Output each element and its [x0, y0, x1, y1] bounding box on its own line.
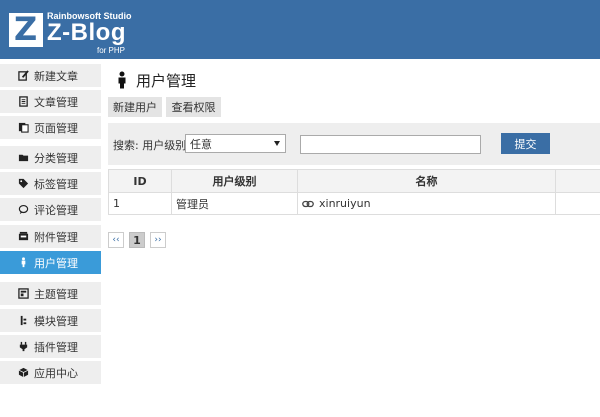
- sidebar-item-label: 插件管理: [34, 340, 78, 354]
- sidebar-item-new-article[interactable]: 新建文章: [0, 64, 101, 87]
- new-user-button[interactable]: 新建用户: [108, 97, 162, 117]
- cell-name: xinruiyun: [297, 193, 555, 214]
- zblog-logo[interactable]: Rainbowsoft Studio Z-Blog for PHP: [9, 9, 135, 57]
- search-label: 搜索: 用户级别: [113, 139, 187, 152]
- sidebar-item-label: 标签管理: [34, 177, 78, 191]
- plugin-icon: [17, 341, 29, 353]
- cell-level: 管理员: [171, 193, 297, 214]
- table-row: 1 管理员 xinruiyun: [108, 193, 600, 215]
- sidebar-item-theme-manage[interactable]: 主题管理: [0, 282, 101, 305]
- article-icon: [17, 96, 29, 108]
- page-icon: [17, 122, 29, 134]
- column-header-actions: [555, 170, 600, 192]
- attachment-icon: [17, 231, 29, 243]
- sidebar-item-page-manage[interactable]: 页面管理: [0, 116, 101, 139]
- submit-button[interactable]: 提交: [501, 133, 550, 154]
- next-page-button[interactable]: ››: [150, 232, 166, 248]
- view-permissions-button[interactable]: 查看权限: [166, 97, 221, 117]
- header-bar: Rainbowsoft Studio Z-Blog for PHP: [0, 0, 600, 59]
- user-level-select[interactable]: 任意: [185, 134, 286, 153]
- user-icon: [17, 257, 29, 269]
- sidebar-item-label: 新建文章: [34, 69, 78, 83]
- sidebar-item-label: 文章管理: [34, 95, 78, 109]
- sidebar-item-user-manage[interactable]: 用户管理: [0, 251, 101, 274]
- cell-id: 1: [108, 193, 171, 214]
- comment-icon: [17, 204, 29, 216]
- sidebar-item-app-center[interactable]: 应用中心: [0, 361, 101, 384]
- sidebar-item-label: 附件管理: [34, 230, 78, 244]
- sidebar-item-label: 模块管理: [34, 314, 78, 328]
- sidebar-item-article-manage[interactable]: 文章管理: [0, 90, 101, 113]
- sidebar-item-label: 页面管理: [34, 121, 78, 135]
- search-input[interactable]: [300, 135, 481, 154]
- module-icon: [17, 315, 29, 327]
- sidebar-item-label: 用户管理: [34, 256, 78, 270]
- current-page[interactable]: 1: [129, 232, 145, 248]
- sidebar-item-label: 评论管理: [34, 203, 78, 217]
- user-icon: [118, 71, 126, 89]
- cell-actions: [555, 193, 600, 214]
- sidebar-item-module-manage[interactable]: 模块管理: [0, 309, 101, 332]
- page-title-text: 用户管理: [136, 71, 197, 90]
- logo-name-text: Z-Blog: [47, 19, 126, 46]
- table-header-row: ID 用户级别 名称: [108, 170, 600, 193]
- folder-icon: [17, 152, 29, 164]
- logo-mark-icon: [9, 10, 43, 48]
- sidebar: 新建文章 文章管理 页面管理 分类管理 标签管理 评论管理 附件管理 用户管理 …: [0, 59, 101, 417]
- edit-icon: [17, 70, 29, 82]
- column-header-name[interactable]: 名称: [297, 170, 555, 192]
- prev-page-button[interactable]: ‹‹: [108, 232, 124, 248]
- sidebar-item-label: 主题管理: [34, 287, 78, 301]
- page-title: 用户管理: [116, 69, 196, 91]
- column-header-level[interactable]: 用户级别: [171, 170, 297, 192]
- sidebar-item-label: 应用中心: [34, 366, 78, 380]
- sidebar-item-tag-manage[interactable]: 标签管理: [0, 172, 101, 195]
- sidebar-item-plugin-manage[interactable]: 插件管理: [0, 335, 101, 358]
- user-level-value: 任意: [190, 137, 212, 151]
- column-header-id[interactable]: ID: [108, 170, 171, 192]
- app-center-icon: [17, 367, 29, 379]
- link-icon: [302, 200, 314, 207]
- pagination: ‹‹ 1 ››: [108, 232, 171, 248]
- sidebar-item-comment-manage[interactable]: 评论管理: [0, 198, 101, 221]
- sidebar-item-category-manage[interactable]: 分类管理: [0, 146, 101, 169]
- user-table: ID 用户级别 名称 1 管理员 xinruiyun: [108, 169, 600, 215]
- sidebar-item-label: 分类管理: [34, 151, 78, 165]
- sidebar-item-attachment-manage[interactable]: 附件管理: [0, 225, 101, 248]
- logo-sub-text: for PHP: [97, 46, 126, 55]
- tag-icon: [17, 178, 29, 190]
- chevron-down-icon: [274, 141, 280, 146]
- theme-icon: [17, 288, 29, 300]
- search-bar: 搜索: 用户级别 任意 提交: [108, 123, 600, 165]
- main-content: 用户管理 新建用户 查看权限 搜索: 用户级别 任意 提交 ID 用户级别 名称…: [108, 59, 600, 417]
- user-name-link[interactable]: xinruiyun: [319, 197, 371, 210]
